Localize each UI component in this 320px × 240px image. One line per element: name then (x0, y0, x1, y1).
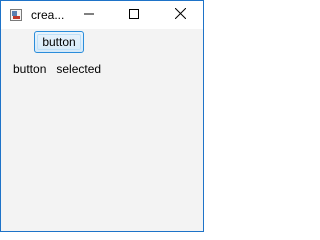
close-button[interactable] (157, 1, 203, 29)
minimize-button[interactable] (66, 1, 112, 29)
maximize-button[interactable] (111, 1, 157, 29)
main-button-label: button (42, 35, 76, 49)
title-bar[interactable]: crea... (1, 1, 203, 29)
window-title: crea... (31, 8, 65, 22)
close-icon (174, 7, 186, 22)
maximize-icon (129, 8, 139, 22)
status-label: button selected (13, 62, 102, 76)
app-icon (10, 9, 22, 21)
main-button[interactable]: button (34, 31, 84, 53)
app-window: crea... button button selected (0, 0, 204, 232)
minimize-icon (84, 8, 94, 22)
